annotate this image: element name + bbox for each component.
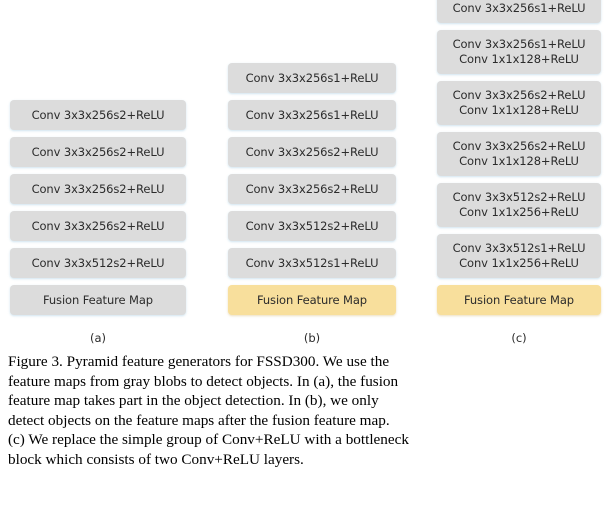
block-stack-b: Conv 3x3x256s1+ReLU Conv 3x3x256s1+ReLU … <box>228 63 396 322</box>
column-label-b: (b) <box>303 331 321 345</box>
conv-block: Conv 3x3x512s2+ReLU <box>228 211 396 241</box>
figure-column-c: Conv 3x3x256s1+ReLU Conv 3x3x256s1+ReLU … <box>437 0 601 345</box>
conv-block: Conv 3x3x256s1+ReLU <box>228 100 396 130</box>
conv-block-line: Conv 1x1x256+ReLU <box>459 205 579 219</box>
conv-block-line: Conv 3x3x256s1+ReLU <box>452 0 586 15</box>
column-label-c: (c) <box>511 331 527 345</box>
conv-block-line: Conv 3x3x256s2+ReLU <box>31 181 165 196</box>
fusion-feature-map-label: Fusion Feature Map <box>463 292 575 307</box>
conv-block: Conv 3x3x256s1+ReLU <box>437 0 601 23</box>
figure-column-b: Conv 3x3x256s1+ReLU Conv 3x3x256s1+ReLU … <box>228 0 396 345</box>
conv-block-line: Conv 3x3x256s2+ReLU <box>245 144 379 159</box>
figure-diagram: Conv 3x3x256s2+ReLU Conv 3x3x256s2+ReLU … <box>0 0 614 345</box>
fusion-feature-map-block: Fusion Feature Map <box>10 285 186 315</box>
caption-line: feature map takes part in the object det… <box>8 392 379 410</box>
conv-block-line: Conv 1x1x128+ReLU <box>459 103 579 117</box>
bottleneck-block: Conv 3x3x256s2+ReLU Conv 1x1x128+ReLU <box>437 132 601 176</box>
conv-block: Conv 3x3x512s2+ReLU <box>10 248 186 278</box>
fusion-feature-map-block: Fusion Feature Map <box>228 285 396 315</box>
conv-block: Conv 3x3x256s2+ReLU <box>10 137 186 167</box>
conv-block-line: Conv 3x3x256s2+ReLU <box>31 218 165 233</box>
conv-block: Conv 3x3x256s2+ReLU <box>10 211 186 241</box>
figure-caption: Figure 3. Pyramid feature generators for… <box>8 352 608 470</box>
conv-block-line: Conv 3x3x256s2+ReLU <box>31 107 165 122</box>
conv-block-line: Conv 3x3x256s2+ReLU <box>452 139 586 153</box>
column-label-a: (a) <box>89 331 107 345</box>
block-stack-c: Conv 3x3x256s1+ReLU Conv 3x3x256s1+ReLU … <box>437 0 601 322</box>
conv-block: Conv 3x3x256s2+ReLU <box>10 174 186 204</box>
caption-line: (c) We replace the simple group of Conv+… <box>8 431 409 449</box>
conv-block-line: Conv 3x3x512s1+ReLU <box>245 255 379 270</box>
block-stack-a: Conv 3x3x256s2+ReLU Conv 3x3x256s2+ReLU … <box>10 100 186 322</box>
bottleneck-block: Conv 3x3x256s2+ReLU Conv 1x1x128+ReLU <box>437 81 601 125</box>
fusion-feature-map-block: Fusion Feature Map <box>437 285 601 315</box>
conv-block-line: Conv 3x3x512s1+ReLU <box>452 241 586 255</box>
fusion-feature-map-label: Fusion Feature Map <box>42 292 154 307</box>
conv-block-line: Conv 1x1x128+ReLU <box>459 154 579 168</box>
conv-block-line: Conv 3x3x256s2+ReLU <box>452 88 586 102</box>
conv-block-line: Conv 3x3x256s2+ReLU <box>245 181 379 196</box>
conv-block-line: Conv 3x3x512s2+ReLU <box>31 255 165 270</box>
caption-line: Figure 3. Pyramid feature generators for… <box>8 353 390 370</box>
conv-block: Conv 3x3x256s2+ReLU <box>10 100 186 130</box>
conv-block-line: Conv 3x3x512s2+ReLU <box>452 190 586 204</box>
caption-line: detect objects on the feature maps after… <box>8 411 390 429</box>
caption-line: block which consists of two Conv+ReLU la… <box>8 450 304 468</box>
bottleneck-block: Conv 3x3x512s1+ReLU Conv 1x1x256+ReLU <box>437 234 601 278</box>
conv-block: Conv 3x3x256s2+ReLU <box>228 137 396 167</box>
conv-block-line: Conv 1x1x128+ReLU <box>459 52 579 66</box>
conv-block-line: Conv 3x3x256s1+ReLU <box>452 37 586 51</box>
caption-line: feature maps from gray blobs to detect o… <box>8 372 399 390</box>
conv-block: Conv 3x3x256s2+ReLU <box>228 174 396 204</box>
conv-block-line: Conv 3x3x256s1+ReLU <box>245 107 379 122</box>
conv-block: Conv 3x3x512s1+ReLU <box>228 248 396 278</box>
figure-column-a: Conv 3x3x256s2+ReLU Conv 3x3x256s2+ReLU … <box>10 0 186 345</box>
bottleneck-block: Conv 3x3x256s1+ReLU Conv 1x1x128+ReLU <box>437 30 601 74</box>
conv-block: Conv 3x3x256s1+ReLU <box>228 63 396 93</box>
conv-block-line: Conv 3x3x256s1+ReLU <box>245 70 379 85</box>
conv-block-line: Conv 3x3x256s2+ReLU <box>31 144 165 159</box>
conv-block-line: Conv 1x1x256+ReLU <box>459 256 579 270</box>
bottleneck-block: Conv 3x3x512s2+ReLU Conv 1x1x256+ReLU <box>437 183 601 227</box>
fusion-feature-map-label: Fusion Feature Map <box>256 292 368 307</box>
conv-block-line: Conv 3x3x512s2+ReLU <box>245 218 379 233</box>
